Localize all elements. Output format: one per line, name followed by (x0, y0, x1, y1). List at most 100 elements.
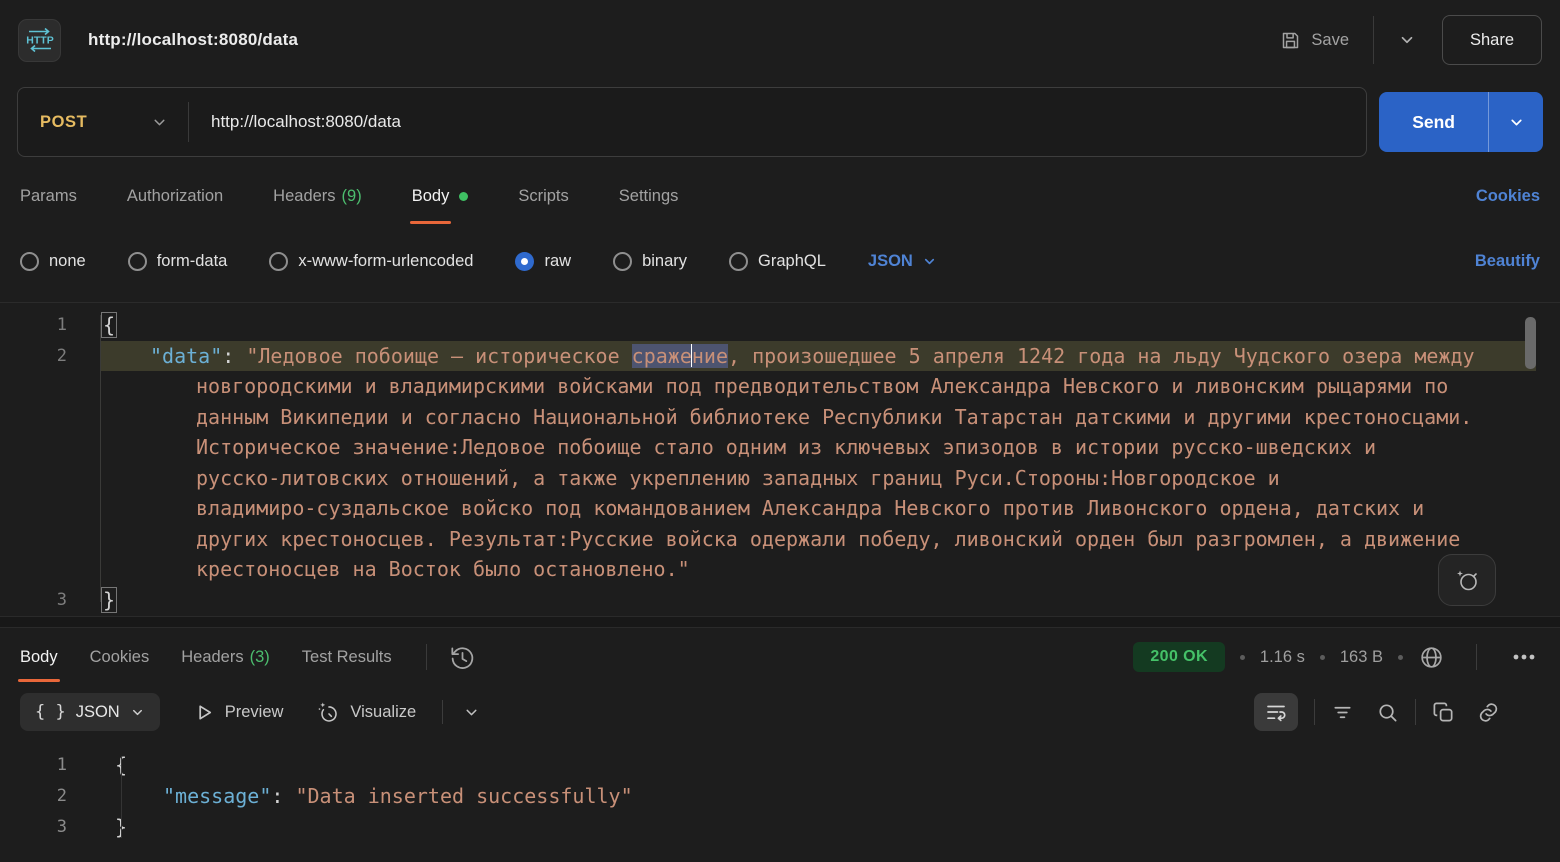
network-info-button[interactable] (1418, 644, 1445, 671)
method-label: POST (40, 113, 87, 132)
tab-body[interactable]: Body (412, 169, 469, 224)
request-body-editor[interactable]: 1{2"data": "Ледовое побоище – историческ… (0, 302, 1560, 616)
visualize-icon (317, 701, 340, 724)
code-line[interactable]: 1{ (0, 750, 1560, 781)
request-builder: POST http://localhost:8080/data Send (0, 80, 1560, 164)
response-format-select[interactable]: { } JSON (20, 693, 160, 731)
code-segment: "data" (150, 344, 222, 368)
cookies-link[interactable]: Cookies (1476, 187, 1540, 206)
response-status: 200 OK 1.16 s 163 B (1133, 642, 1540, 672)
search-button[interactable] (1376, 701, 1399, 724)
code-line[interactable]: русско-литовских отношений, а также укре… (0, 463, 1560, 494)
code-segment: : (271, 784, 295, 808)
visualize-button[interactable]: Visualize (317, 701, 416, 724)
tab-response-cookies[interactable]: Cookies (90, 633, 150, 682)
code-line[interactable]: 3} (0, 585, 1560, 616)
body-type-options: none form-data x-www-form-urlencoded raw… (0, 228, 1560, 302)
line-number (0, 463, 80, 494)
indent-guide (121, 756, 122, 838)
save-options-button[interactable] (1398, 31, 1416, 49)
code-line[interactable]: других крестоносцев. Результат:Русские в… (0, 524, 1560, 555)
line-number: 1 (0, 310, 80, 341)
code-line[interactable]: данным Википедии и согласно Национальной… (0, 402, 1560, 433)
top-bar: HTTP http://localhost:8080/data Save Sha… (0, 0, 1560, 80)
editor-scrollbar[interactable] (1525, 317, 1536, 369)
radio-graphql[interactable]: GraphQL (729, 252, 826, 271)
code-segment: ние (692, 344, 728, 368)
tab-authorization[interactable]: Authorization (127, 169, 223, 224)
radio-none[interactable]: none (20, 252, 86, 271)
app-window: { "colors": { "accent_blue": "#4f83d4", … (0, 0, 1560, 862)
raw-language-select[interactable]: JSON (868, 252, 937, 271)
radio-circle (269, 252, 288, 271)
response-more-options-button[interactable] (1508, 644, 1540, 670)
line-number (0, 432, 80, 463)
share-button[interactable]: Share (1442, 15, 1542, 65)
status-badge[interactable]: 200 OK (1133, 642, 1225, 672)
send-options-button[interactable] (1489, 92, 1543, 152)
line-number (0, 524, 80, 555)
postbot-icon (1453, 566, 1481, 594)
visualize-options-button[interactable] (463, 704, 480, 721)
response-size[interactable]: 163 B (1340, 648, 1383, 667)
method-select[interactable]: POST (18, 113, 168, 132)
code-segment: "Data inserted successfully" (295, 784, 632, 808)
code-segment: "message" (163, 784, 271, 808)
code-line[interactable]: крестоносцев на Восток было остановлено.… (0, 554, 1560, 585)
preview-button[interactable]: Preview (194, 702, 284, 723)
copy-button[interactable] (1432, 701, 1455, 724)
tab-headers[interactable]: Headers (9) (273, 169, 362, 224)
pane-separator[interactable] (0, 616, 1560, 628)
more-options-icon (1508, 644, 1540, 670)
wrap-text-button[interactable] (1254, 693, 1298, 731)
radio-circle (20, 252, 39, 271)
response-time[interactable]: 1.16 s (1260, 648, 1305, 667)
divider (1373, 16, 1374, 64)
code-line[interactable]: Историческое значение:Ледовое побоище ст… (0, 432, 1560, 463)
save-button[interactable]: Save (1280, 30, 1349, 51)
code-line[interactable]: 1{ (0, 310, 1560, 341)
code-segment: новгородскими и владимирскими войсками п… (196, 374, 1448, 398)
save-label: Save (1311, 31, 1349, 50)
tab-test-results[interactable]: Test Results (302, 633, 392, 682)
beautify-button[interactable]: Beautify (1475, 252, 1540, 271)
send-button[interactable]: Send (1379, 92, 1488, 152)
url-input[interactable]: http://localhost:8080/data (211, 112, 401, 132)
radio-x-www-form-urlencoded[interactable]: x-www-form-urlencoded (269, 252, 473, 271)
line-number (0, 493, 80, 524)
tab-response-headers[interactable]: Headers (3) (181, 633, 270, 682)
copy-icon (1432, 701, 1455, 724)
request-title: http://localhost:8080/data (88, 30, 298, 50)
code-line[interactable]: владимиро-суздальское войско под командо… (0, 493, 1560, 524)
code-segment: других крестоносцев. Результат:Русские в… (196, 527, 1460, 551)
response-body[interactable]: 1{2"message": "Data inserted successfull… (0, 738, 1560, 843)
code-line[interactable]: новгородскими и владимирскими войсками п… (0, 371, 1560, 402)
radio-circle (128, 252, 147, 271)
link-button[interactable] (1477, 701, 1500, 724)
tab-scripts[interactable]: Scripts (518, 169, 568, 224)
code-line[interactable]: 2"message": "Data inserted successfully" (0, 781, 1560, 812)
tab-response-body[interactable]: Body (20, 633, 58, 682)
radio-binary[interactable]: binary (613, 252, 687, 271)
save-icon (1280, 30, 1301, 51)
radio-form-data[interactable]: form-data (128, 252, 228, 271)
filter-button[interactable] (1331, 701, 1354, 724)
code-segment: данным Википедии и согласно Национальной… (196, 405, 1472, 429)
postbot-button[interactable] (1438, 554, 1496, 606)
radio-raw[interactable]: raw (515, 252, 571, 271)
chevron-down-icon (1508, 114, 1525, 131)
tab-params[interactable]: Params (20, 169, 77, 224)
tab-settings[interactable]: Settings (619, 169, 679, 224)
line-number: 1 (0, 750, 80, 781)
dot-separator (1320, 655, 1325, 660)
chevron-down-icon (922, 254, 937, 269)
code-segment: , произошедшее 5 апреля 1242 года на льд… (728, 344, 1475, 368)
search-icon (1376, 701, 1399, 724)
response-history-button[interactable] (449, 644, 476, 671)
code-line[interactable]: 3} (0, 812, 1560, 843)
wrap-icon (1265, 701, 1287, 723)
globe-icon (1418, 644, 1445, 671)
code-segment: : (222, 344, 246, 368)
chevron-down-icon (130, 705, 145, 720)
code-line[interactable]: 2"data": "Ледовое побоище – историческое… (0, 341, 1560, 372)
